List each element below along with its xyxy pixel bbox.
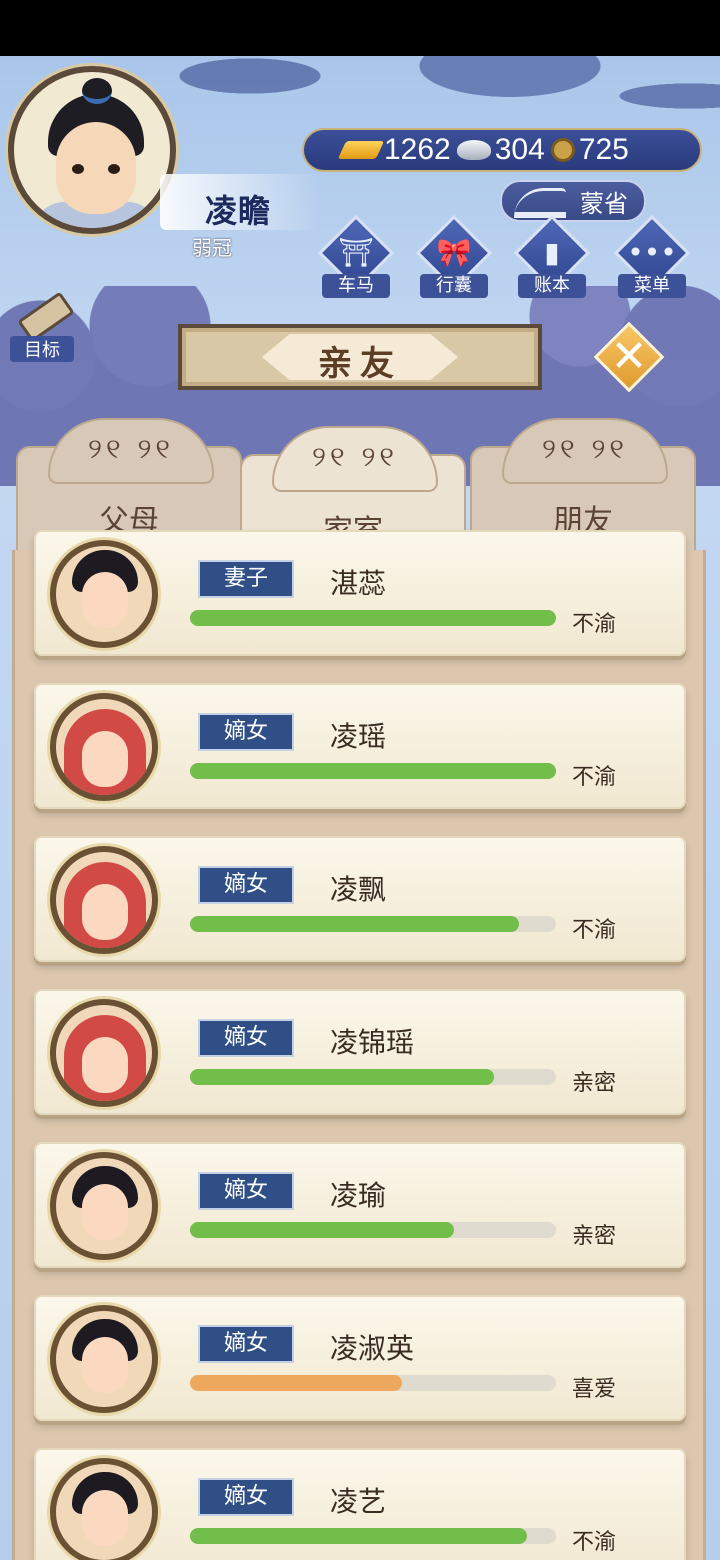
role-badge: 嫡女 [198,1172,294,1210]
tab-ornament [272,426,438,492]
ledger-button[interactable]: ▮ 账本 [512,214,592,300]
portrait-face [82,1337,128,1393]
goal-label: 目标 [10,336,74,362]
baby-face [82,1037,128,1093]
relationship-status: 亲密 [572,1071,617,1096]
coin-currency: 725 [550,133,629,167]
avatar-hair-bun [82,78,112,104]
menu-dots-icon: ••• [627,236,677,269]
member-name: 凌飘 [330,873,387,906]
role-badge: 嫡女 [198,866,294,904]
relationship-status: 亲密 [572,1224,617,1249]
affinity-bar-fill [190,763,556,779]
gold-currency: 1262 [337,133,451,167]
family-member-card[interactable]: 嫡女 凌锦瑶亲密 [34,989,686,1115]
menu-button[interactable]: ••• 菜单 [612,214,692,300]
silver-amount: 304 [494,133,545,166]
member-portrait[interactable] [50,540,158,648]
menu-label: 菜单 [618,274,686,298]
mengsheng-label: 蒙省 [580,189,628,218]
affinity-bar-fill [190,916,520,932]
role-badge: 妻子 [198,560,294,598]
bundle-label: 行囊 [420,274,488,298]
member-name: 凌锦瑶 [330,1026,415,1059]
family-member-card[interactable]: 嫡女 凌艺不渝 [34,1448,686,1560]
portrait-face [82,1490,128,1546]
carriage-label: 车马 [322,274,390,298]
affinity-bar-fill [190,1375,403,1391]
family-member-card[interactable]: 嫡女 凌淑英喜爱 [34,1295,686,1421]
affinity-bar [190,916,556,932]
status-bar [0,0,720,56]
role-badge: 嫡女 [198,1478,294,1516]
tab-ornament [48,418,214,484]
portrait-face [82,1184,128,1240]
affinity-bar-fill [190,1069,494,1085]
affinity-bar-fill [190,1528,527,1544]
affinity-bar [190,1528,556,1544]
member-portrait[interactable] [50,846,158,954]
gold-ingot-icon [337,141,385,159]
carriage-button[interactable]: ⛩ 车马 [316,214,396,300]
affinity-bar [190,763,556,779]
baby-face [82,731,128,787]
avatar-eye-left [72,164,84,174]
relationship-status: 喜爱 [572,1377,617,1402]
member-name: 凌瑜 [330,1179,387,1212]
player-name: 凌瞻 [205,192,272,230]
member-portrait[interactable] [50,999,158,1107]
role-badge: 嫡女 [198,713,294,751]
member-name: 凌淑英 [330,1332,415,1365]
family-member-card[interactable]: 妻子 湛蕊不渝 [34,530,686,656]
tab-ornament [502,418,668,484]
player-avatar[interactable] [8,66,176,234]
family-member-card[interactable]: 嫡女 凌飘不渝 [34,836,686,962]
affinity-bar [190,610,556,626]
family-member-card[interactable]: 嫡女 凌瑜亲密 [34,1142,686,1268]
player-age-title: 弱冠 [192,236,232,260]
close-icon[interactable]: ✕ [600,328,658,386]
affinity-bar-fill [190,610,556,626]
mengsheng-button[interactable]: 蒙省 [500,180,646,222]
member-portrait[interactable] [50,1305,158,1413]
role-badge: 嫡女 [198,1325,294,1363]
ledger-icon: ▮ [544,236,560,269]
member-name: 凌艺 [330,1485,387,1518]
relationship-status: 不渝 [572,918,617,943]
bundle-icon: 🎀 [436,236,472,269]
scroll-icon [17,291,75,343]
family-member-card[interactable]: 嫡女 凌瑶不渝 [34,683,686,809]
affinity-bar [190,1222,556,1238]
avatar-eye-right [108,164,120,174]
member-portrait[interactable] [50,1458,158,1560]
carriage-icon: ⛩ [338,236,374,269]
baby-face [82,884,128,940]
member-name: 湛蕊 [330,567,387,600]
silver-ingot-icon [456,140,491,160]
relationship-status: 不渝 [572,765,617,790]
affinity-bar-fill [190,1222,454,1238]
currency-bar: 1262 304 725 [302,128,702,172]
relatives-screen: 凌瞻 弱冠 1262 304 725 蒙省 ⛩ 车马 🎀 行囊 ▮ 账本 •••… [0,56,720,1560]
role-badge: 嫡女 [198,1019,294,1057]
iron-icon [514,188,566,218]
page-title: 亲友 [318,344,402,384]
copper-coin-icon [550,138,575,162]
relationship-status: 不渝 [572,1530,617,1555]
relationship-status: 不渝 [572,612,617,637]
affinity-bar [190,1069,556,1085]
goal-button[interactable]: 目标 [10,291,80,362]
affinity-bar [190,1375,556,1391]
silver-currency: 304 [456,133,545,167]
coin-amount: 725 [578,133,629,166]
bundle-button[interactable]: 🎀 行囊 [414,214,494,300]
avatar-face [56,122,136,214]
gold-amount: 1262 [384,133,451,166]
ledger-label: 账本 [518,274,586,298]
member-portrait[interactable] [50,693,158,801]
title-banner: 亲友 [178,324,542,390]
portrait-face [82,572,128,628]
member-portrait[interactable] [50,1152,158,1260]
member-name: 凌瑶 [330,720,387,753]
